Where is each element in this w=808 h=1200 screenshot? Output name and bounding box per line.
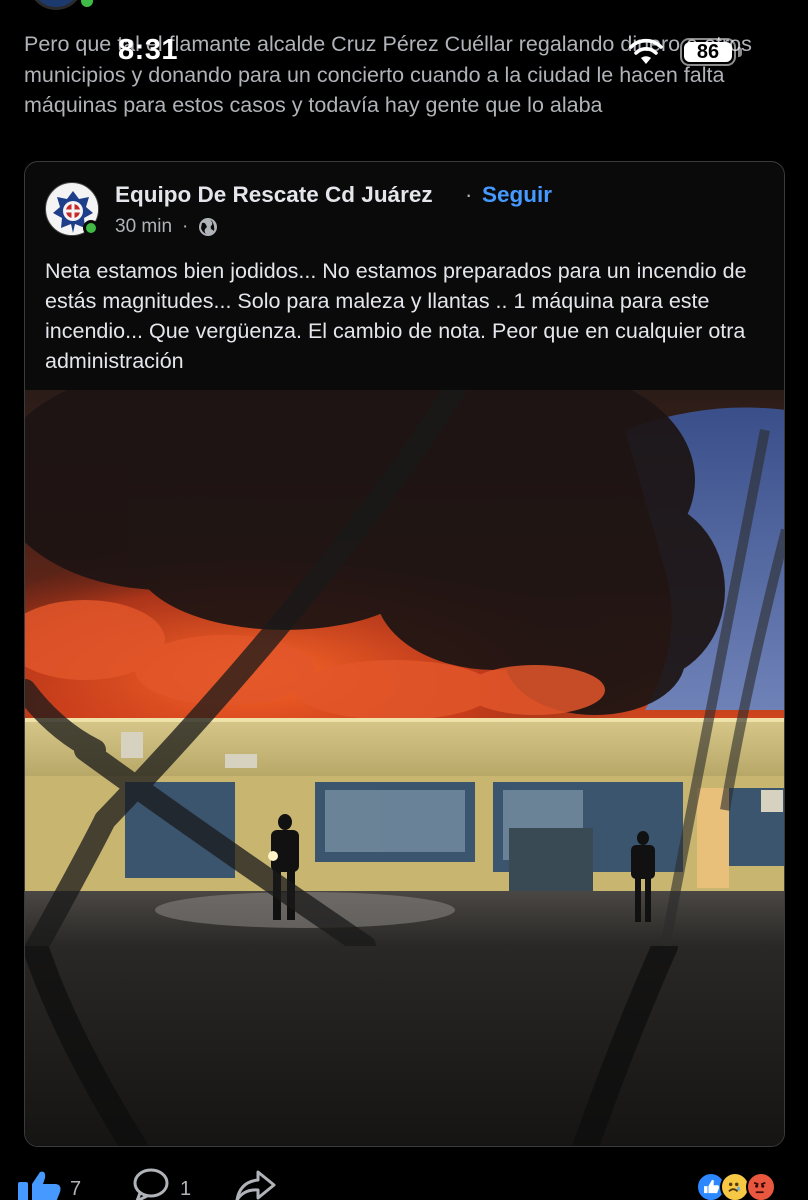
like-icon[interactable] — [18, 1170, 62, 1200]
globe-icon — [199, 218, 218, 236]
photo-foreground — [25, 946, 784, 1146]
status-time: 8:31 — [118, 34, 179, 66]
separator: · — [465, 182, 473, 207]
shared-post-card[interactable]: Equipo De Rescate Cd Juárez · Seguir 30 … — [24, 161, 785, 1147]
shared-post-body: Neta estamos bien jodidos... No estamos … — [45, 259, 747, 373]
comment-count[interactable]: 1 — [180, 1178, 191, 1200]
share-icon[interactable] — [234, 1168, 276, 1200]
angry-reaction-icon — [746, 1172, 776, 1200]
author-avatar[interactable] — [28, 0, 84, 10]
building-fire-photo[interactable] — [25, 390, 785, 946]
online-status-dot — [83, 220, 99, 236]
follow-button[interactable]: Seguir — [482, 182, 552, 208]
comment-icon[interactable] — [132, 1168, 170, 1200]
reaction-summary[interactable] — [696, 1172, 796, 1200]
battery-tip — [738, 47, 742, 57]
wifi-icon — [629, 38, 663, 64]
page-name[interactable]: Equipo De Rescate Cd Juárez — [115, 182, 433, 208]
meta-separator: · — [182, 216, 189, 237]
online-status-dot — [78, 0, 96, 10]
battery-level: 86 — [696, 41, 720, 63]
battery-icon: 86 — [680, 38, 736, 66]
like-count[interactable]: 7 — [70, 1178, 81, 1200]
post-time[interactable]: 30 min — [115, 216, 172, 238]
post-meta: 30 min · — [115, 216, 218, 238]
